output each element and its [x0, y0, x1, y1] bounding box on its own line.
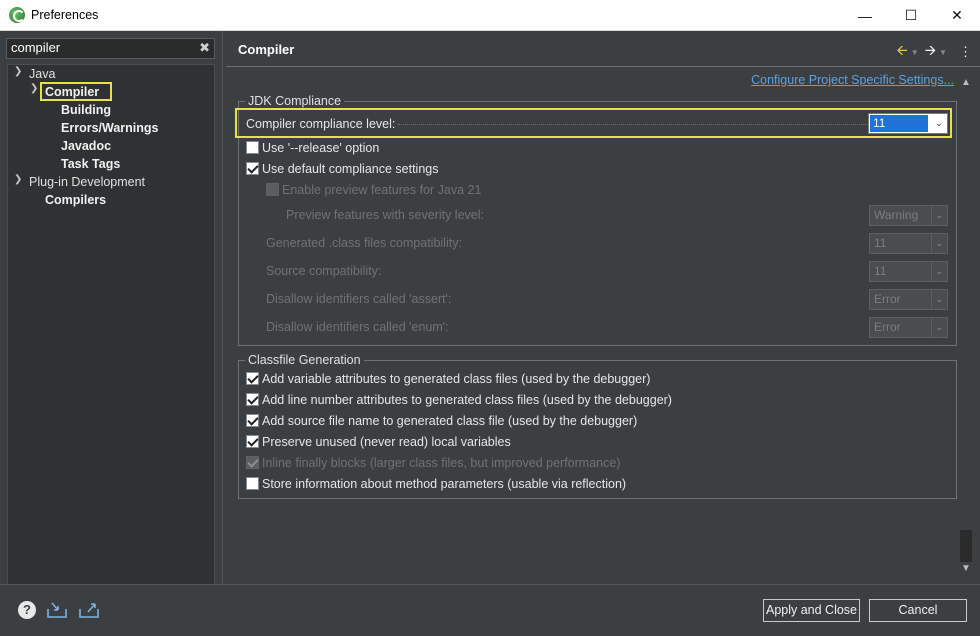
minimize-button[interactable]: —: [842, 0, 888, 31]
tree-item-errors-warnings[interactable]: Errors/Warnings: [61, 119, 158, 137]
tree-item-task-tags[interactable]: Task Tags: [61, 155, 120, 173]
export-icon[interactable]: [78, 600, 100, 620]
disallow-assert-select: Error ⌄: [869, 289, 948, 310]
cancel-button[interactable]: Cancel: [869, 599, 967, 622]
page-header: Compiler 🡨 ▼ 🡪 ▼ ⋮: [226, 31, 980, 67]
source-file-label: Add source file name to generated class …: [262, 414, 638, 428]
line-numbers-checkbox[interactable]: [246, 393, 259, 406]
expand-java-icon[interactable]: ❯: [14, 66, 24, 84]
disallow-assert-value: Error: [874, 292, 901, 306]
back-arrow-icon[interactable]: 🡨: [896, 40, 907, 64]
source-compat-label: Source compatibility:: [266, 264, 382, 278]
use-release-option[interactable]: Use '--release' option: [246, 139, 379, 157]
tree-item-java[interactable]: Java: [29, 65, 55, 83]
preview-severity-value: Warning: [874, 208, 919, 222]
inline-finally-label: Inline finally blocks (larger class file…: [262, 456, 621, 470]
classfile-option-preserve-unused[interactable]: Preserve unused (never read) local varia…: [246, 433, 511, 451]
import-icon-svg: [47, 602, 67, 618]
chevron-down-icon: ⌄: [931, 234, 947, 253]
close-button[interactable]: ✕: [934, 0, 980, 31]
configure-project-settings-link[interactable]: Configure Project Specific Settings...: [751, 73, 954, 87]
back-history-dropdown-icon[interactable]: ▼: [911, 48, 919, 57]
window-title: Preferences: [31, 8, 99, 22]
filter-value: compiler: [11, 40, 61, 55]
chevron-down-icon: ⌄: [935, 118, 943, 128]
disallow-enum-value: Error: [874, 320, 901, 334]
source-file-checkbox[interactable]: [246, 414, 259, 427]
enable-preview-label: Enable preview features for Java 21: [282, 183, 482, 197]
classfile-option-variable-attrs[interactable]: Add variable attributes to generated cla…: [246, 370, 650, 388]
use-default-compliance[interactable]: Use default compliance settings: [246, 160, 438, 178]
disallow-enum-label: Disallow identifiers called 'enum':: [266, 320, 449, 334]
classfile-option-method-params[interactable]: Store information about method parameter…: [246, 475, 626, 493]
tree-item-plugin-development[interactable]: Plug-in Development: [29, 173, 145, 191]
tree-item-building[interactable]: Building: [61, 101, 111, 119]
variable-attrs-checkbox[interactable]: [246, 372, 259, 385]
classfile-option-line-numbers[interactable]: Add line number attributes to generated …: [246, 391, 672, 409]
apply-and-close-button[interactable]: Apply and Close: [763, 599, 860, 622]
preview-severity-label: Preview features with severity level:: [286, 208, 484, 222]
help-icon[interactable]: ?: [18, 601, 36, 619]
scroll-down-arrow-icon[interactable]: ▼: [958, 561, 974, 577]
preserve-unused-label: Preserve unused (never read) local varia…: [262, 435, 511, 449]
disallow-assert-label: Disallow identifiers called 'assert':: [266, 292, 452, 306]
maximize-button[interactable]: ☐: [888, 0, 934, 31]
classfile-generation-label: Classfile Generation: [245, 353, 364, 367]
import-icon[interactable]: [46, 600, 68, 620]
clear-filter-icon[interactable]: ✖: [199, 40, 210, 56]
export-icon-svg: [79, 603, 99, 618]
compliance-level-label: Compiler compliance level:: [246, 117, 396, 131]
disallow-enum-select: Error ⌄: [869, 317, 948, 338]
use-default-compliance-checkbox[interactable]: [246, 162, 259, 175]
use-default-compliance-label: Use default compliance settings: [262, 162, 439, 176]
inline-finally-checkbox: [246, 456, 259, 469]
method-params-checkbox[interactable]: [246, 477, 259, 490]
chevron-down-icon: ⌄: [931, 206, 947, 225]
leader-line: [398, 124, 868, 125]
jdk-compliance-label: JDK Compliance: [245, 94, 345, 108]
filter-input[interactable]: compiler ✖: [6, 38, 215, 59]
tree-item-compiler[interactable]: Compiler: [45, 83, 99, 101]
use-release-label: Use '--release' option: [262, 141, 380, 155]
compliance-level-value: 11: [870, 115, 928, 132]
header-toolbar: 🡨 ▼ 🡪 ▼ ⋮: [896, 40, 972, 64]
preserve-unused-checkbox[interactable]: [246, 435, 259, 448]
preference-page: Compiler 🡨 ▼ 🡪 ▼ ⋮ Configure Project Spe…: [226, 31, 980, 584]
scroll-up-arrow-icon[interactable]: ▲: [958, 75, 974, 91]
forward-arrow-icon[interactable]: 🡪: [925, 40, 936, 64]
classfile-option-source-file[interactable]: Add source file name to generated class …: [246, 412, 637, 430]
generated-compat-label: Generated .class files compatibility:: [266, 236, 462, 250]
chevron-down-icon: ⌄: [931, 290, 947, 309]
dialog-button-bar: ? Apply and Close Cancel: [0, 584, 980, 636]
title-bar: Preferences — ☐ ✕: [0, 0, 980, 31]
tree-item-compilers[interactable]: Compilers: [45, 191, 106, 209]
forward-history-dropdown-icon[interactable]: ▼: [939, 48, 947, 57]
enable-preview-checkbox: [266, 183, 279, 196]
expand-compiler-icon[interactable]: ❯: [30, 83, 40, 101]
scroll-thumb[interactable]: [960, 530, 972, 562]
chevron-down-icon: ⌄: [931, 262, 947, 281]
page-title: Compiler: [238, 42, 295, 57]
view-menu-icon[interactable]: ⋮: [959, 44, 972, 60]
eclipse-app-icon: [9, 7, 25, 23]
window-controls: — ☐ ✕: [842, 0, 980, 31]
navigation-pane: compiler ✖ ❯ Java ❯ Compiler Building Er…: [0, 31, 222, 613]
compliance-level-select[interactable]: 11 ⌄: [868, 113, 948, 134]
preview-severity-select: Warning ⌄: [869, 205, 948, 226]
line-numbers-label: Add line number attributes to generated …: [262, 393, 672, 407]
expand-plugin-icon[interactable]: ❯: [14, 174, 24, 192]
source-compat-value: 11: [874, 264, 887, 278]
chevron-down-icon: ⌄: [931, 318, 947, 337]
preference-tree: ❯ Java ❯ Compiler Building Errors/Warnin…: [7, 64, 215, 613]
variable-attrs-label: Add variable attributes to generated cla…: [262, 372, 651, 386]
generated-compat-select: 11 ⌄: [869, 233, 948, 254]
vertical-scrollbar[interactable]: ▲ ▼: [958, 75, 974, 577]
method-params-label: Store information about method parameter…: [262, 477, 627, 491]
enable-preview-option: Enable preview features for Java 21: [266, 181, 481, 199]
tree-item-javadoc[interactable]: Javadoc: [61, 137, 111, 155]
generated-compat-value: 11: [874, 236, 887, 250]
classfile-option-inline-finally: Inline finally blocks (larger class file…: [246, 454, 620, 472]
use-release-checkbox[interactable]: [246, 141, 259, 154]
source-compat-select: 11 ⌄: [869, 261, 948, 282]
